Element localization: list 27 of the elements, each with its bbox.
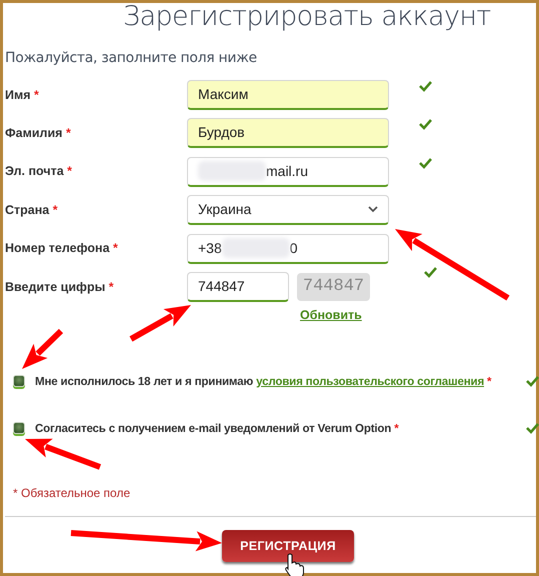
checkbox[interactable] xyxy=(13,422,25,434)
required-note: * Обязательное поле xyxy=(13,485,132,502)
captcha-image: 744847 xyxy=(297,272,370,301)
field-label: Эл. почта * xyxy=(5,163,74,180)
checkbox[interactable] xyxy=(13,375,25,388)
page-title: Зарегистрировать аккаунт xyxy=(123,3,492,31)
captcha-field[interactable]: 744847 xyxy=(187,272,289,302)
agreement-link[interactable]: условия пользовательского соглашения xyxy=(256,374,484,388)
agreement-text: Мне исполнилось 18 лет и я принимаю условия пользовательского соглашения * xyxy=(35,374,492,390)
input-field[interactable]: Максим xyxy=(187,80,389,110)
submit-button[interactable]: РЕГИСТРАЦИЯ xyxy=(222,530,354,562)
input-field[interactable]: Бурдов xyxy=(187,118,389,148)
input-field[interactable]: +38 0 xyxy=(187,234,389,264)
field-label: Страна * xyxy=(5,202,59,219)
agreement-text: Согласитесь с получением e-mail уведомлений от Verum Option * xyxy=(35,420,399,437)
refresh-link[interactable]: Обновить xyxy=(300,306,362,326)
field-label: Имя * xyxy=(5,86,40,104)
field-label: Фамилия * xyxy=(5,125,72,142)
annotation-arrow xyxy=(130,305,191,342)
annotation-arrow xyxy=(22,328,64,369)
caret-icon xyxy=(368,206,378,214)
country-select[interactable]: Украина xyxy=(187,195,389,226)
field-label: Введите цифры * xyxy=(5,278,115,296)
input-field[interactable]: mail.ru xyxy=(187,156,389,187)
hand-cursor-icon xyxy=(285,554,304,576)
field-label: Номер телефона * xyxy=(5,240,119,258)
form-subtitle: Пожалуйста, заполните поля ниже xyxy=(5,49,258,68)
